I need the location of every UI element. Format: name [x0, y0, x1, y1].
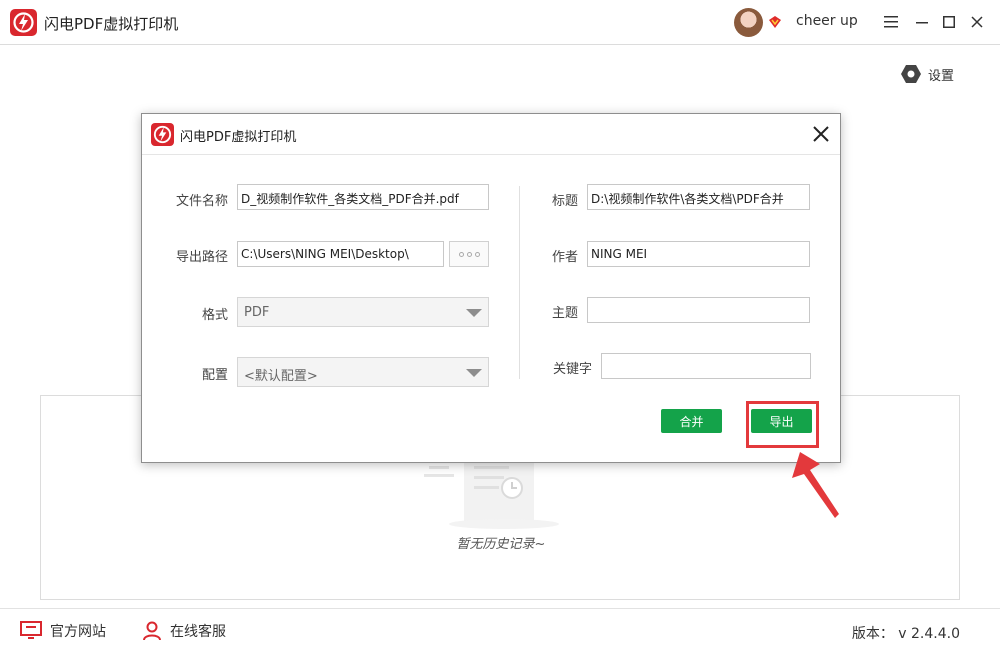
app-logo-icon — [10, 9, 37, 36]
username[interactable]: cheer up — [796, 13, 858, 29]
annotation-arrow — [792, 452, 839, 518]
title-bar: 闪电PDF虚拟打印机 cheer up — [0, 0, 1000, 45]
dialog-logo-icon — [151, 123, 174, 146]
keywords-label: 关键字 — [552, 362, 592, 377]
export-path-input[interactable]: C:\Users\NING MEI\Desktop\ — [237, 241, 444, 267]
close-icon[interactable] — [965, 10, 989, 34]
vip-icon — [769, 16, 781, 28]
avatar[interactable] — [734, 8, 763, 37]
monitor-icon — [20, 621, 42, 639]
history-empty-text: 暂无历史记录~ — [456, 537, 546, 552]
browse-icon[interactable] — [449, 241, 489, 267]
author-input[interactable]: NING MEI — [587, 241, 810, 267]
official-website-link[interactable]: 官方网站 — [20, 621, 106, 641]
file-name-input[interactable]: D_视频制作软件_各类文档_PDF合并.pdf — [237, 184, 489, 210]
author-label: 作者 — [551, 250, 578, 265]
gear-icon — [901, 65, 921, 83]
export-dialog: 闪电PDF虚拟打印机 文件名称 D_视频制作软件_各类文档_PDF合并.pdf … — [141, 113, 841, 463]
version-text: 版本： v 2.4.4.0 — [851, 626, 960, 642]
column-divider — [519, 186, 520, 379]
dialog-header: 闪电PDF虚拟打印机 — [142, 114, 840, 155]
official-website-label: 官方网站 — [50, 624, 106, 640]
export-path-label: 导出路径 — [175, 250, 228, 265]
online-service-link[interactable]: 在线客服 — [142, 621, 226, 641]
title-input[interactable]: D:\视频制作软件\各类文档\PDF合并 — [587, 184, 810, 210]
config-value: <默认配置> — [244, 369, 318, 384]
file-name-label: 文件名称 — [175, 194, 228, 209]
subject-label: 主题 — [551, 306, 578, 321]
config-label: 配置 — [201, 368, 228, 383]
minimize-icon[interactable] — [910, 10, 934, 34]
bottom-bar: 官方网站 在线客服 版本： v 2.4.4.0 — [0, 608, 1000, 650]
dropdown-icon — [466, 369, 482, 377]
online-service-label: 在线客服 — [170, 624, 226, 640]
maximize-icon[interactable] — [937, 10, 961, 34]
settings-label: 设置 — [928, 68, 955, 84]
dialog-close-icon[interactable] — [810, 123, 832, 145]
format-value: PDF — [244, 305, 270, 320]
menu-icon[interactable] — [879, 10, 903, 34]
subject-input[interactable] — [587, 297, 810, 323]
config-select[interactable]: <默认配置> — [237, 357, 489, 387]
export-highlight-box — [746, 401, 819, 448]
format-label: 格式 — [201, 308, 228, 323]
keywords-input[interactable] — [601, 353, 811, 379]
settings-button[interactable]: 设置 — [900, 64, 954, 84]
dialog-title: 闪电PDF虚拟打印机 — [180, 130, 297, 145]
format-select[interactable]: PDF — [237, 297, 489, 327]
person-icon — [143, 621, 161, 641]
dropdown-icon — [466, 309, 482, 317]
merge-button[interactable]: 合并 — [661, 409, 722, 433]
app-title: 闪电PDF虚拟打印机 — [44, 15, 179, 33]
title-label: 标题 — [551, 194, 578, 209]
